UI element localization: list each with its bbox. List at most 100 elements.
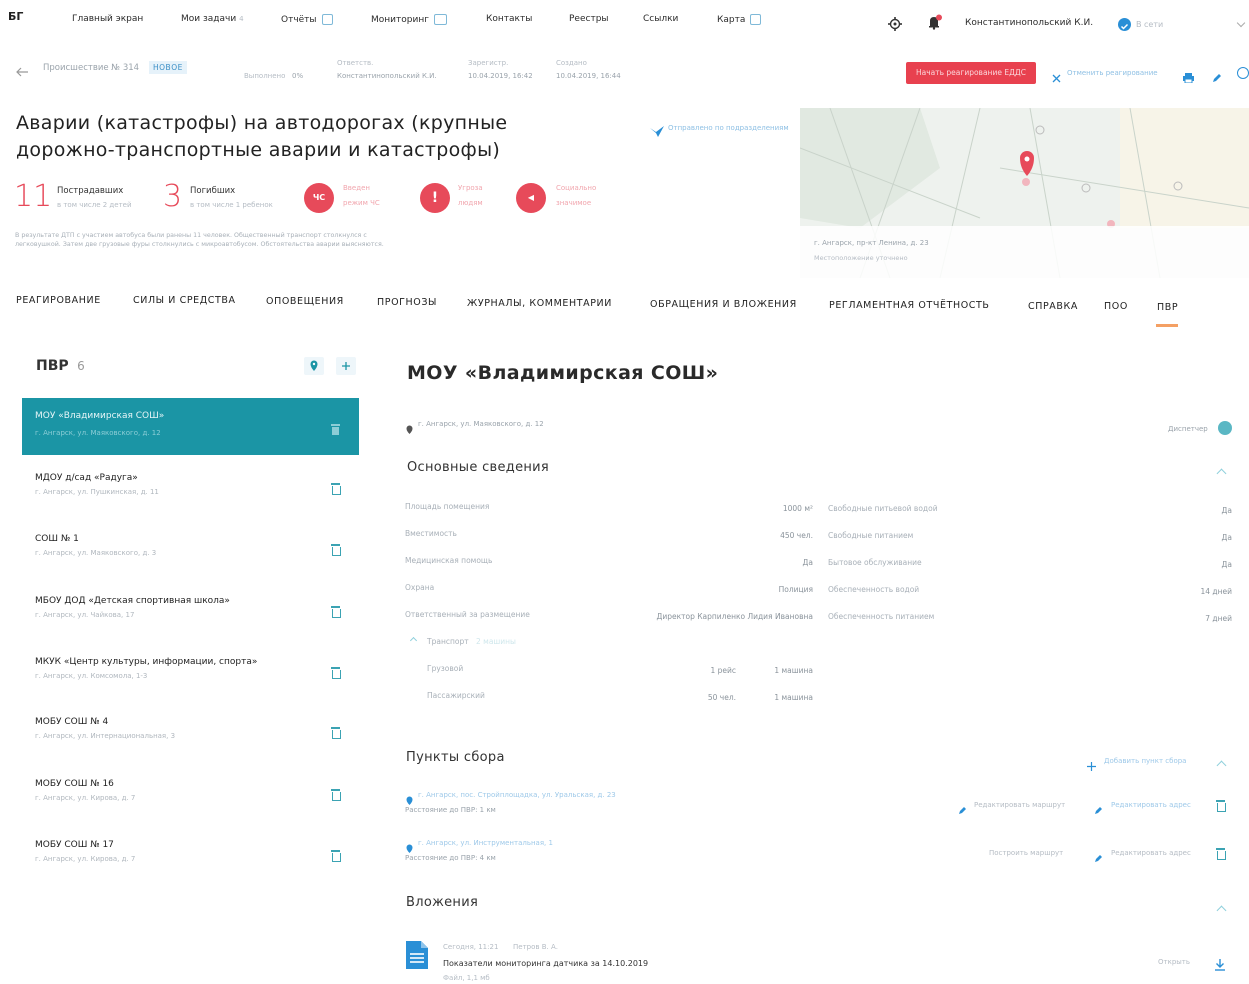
settings-gear-icon[interactable] xyxy=(888,16,902,31)
pvr-item-name: МОБУ СОШ № 17 xyxy=(35,840,114,850)
pvr-list-item[interactable]: МОБУ СОШ № 16 г. Ангарск, ул. Кирова, д.… xyxy=(24,779,358,819)
edit-address-link[interactable]: Редактировать адрес xyxy=(1111,849,1191,857)
app-logo[interactable]: БГ xyxy=(8,10,23,23)
tab-forces[interactable]: СИЛЫ И СРЕДСТВА xyxy=(133,295,236,306)
tab-journals[interactable]: ЖУРНАЛЫ, КОММЕНТАРИИ xyxy=(467,298,612,309)
transport-toggle-chevron-icon[interactable] xyxy=(409,636,418,645)
route-pencil-icon[interactable] xyxy=(958,800,967,814)
trash-icon[interactable] xyxy=(331,420,340,435)
transport-label[interactable]: Транспорт xyxy=(427,637,469,646)
print-icon[interactable] xyxy=(1183,68,1194,84)
edit-pencil-icon[interactable] xyxy=(1212,68,1222,82)
pvr-list-item[interactable]: МОБУ СОШ № 17 г. Ангарск, ул. Кирова, д.… xyxy=(24,840,358,880)
assembly-point-distance: Расстояние до ПВР: 4 км xyxy=(405,854,496,862)
document-icon xyxy=(321,14,333,25)
collapse-attachments-chevron-icon[interactable] xyxy=(1216,905,1227,916)
pvr-add-button[interactable] xyxy=(336,357,356,375)
tab-notifications[interactable]: ОПОВЕЩЕНИЯ xyxy=(266,296,344,307)
nav-map[interactable]: Карта xyxy=(717,14,762,25)
address-pencil-icon[interactable] xyxy=(1094,848,1103,862)
notification-bell-icon[interactable] xyxy=(927,14,943,30)
tab-pvr-active-indicator xyxy=(1156,324,1178,327)
monitor-icon xyxy=(433,14,447,25)
tab-reporting[interactable]: РЕГЛАМЕНТНАЯ ОТЧЁТНОСТЬ xyxy=(829,300,990,311)
incident-map[interactable]: г. Ангарск, пр-кт Ленина, д. 23 Местопол… xyxy=(800,108,1249,278)
map-graphic xyxy=(800,108,1249,278)
trash-icon[interactable] xyxy=(331,606,341,618)
pvr-list-item[interactable]: МОБУ СОШ № 4 г. Ангарск, ул. Интернацион… xyxy=(24,717,358,757)
attachments-title: Вложения xyxy=(406,895,479,910)
assembly-point-address[interactable]: г. Ангарск, ул. Инструментальная, 1 xyxy=(418,839,553,847)
pvr-list-item[interactable]: СОШ № 1 г. Ангарск, ул. Маяковского, д. … xyxy=(24,534,358,574)
nav-my-tasks[interactable]: Мои задачи 4 xyxy=(181,14,244,24)
add-assembly-point-link[interactable]: Добавить пункт сбора xyxy=(1104,757,1186,765)
trash-icon[interactable] xyxy=(331,789,341,801)
dispatcher-label[interactable]: Диспетчер xyxy=(1168,425,1208,433)
edit-address-link[interactable]: Редактировать адрес xyxy=(1111,801,1191,809)
build-route-link[interactable]: Построить маршрут xyxy=(989,849,1063,857)
nav-registries[interactable]: Реестры xyxy=(569,14,609,24)
download-icon[interactable] xyxy=(1215,956,1225,971)
phone-icon[interactable] xyxy=(1218,421,1232,435)
victims-label: Пострадавших xyxy=(57,186,124,196)
user-name[interactable]: Константинопольский К.И. xyxy=(965,18,1093,28)
start-response-button[interactable]: Начать реагирование ЕДДС xyxy=(906,62,1036,84)
tab-reference[interactable]: СПРАВКА xyxy=(1028,301,1078,312)
info-label: Обеспеченность водой xyxy=(828,585,920,594)
trash-icon[interactable] xyxy=(1216,848,1226,860)
assembly-pin-icon xyxy=(406,790,413,805)
nav-reports[interactable]: Отчёты xyxy=(281,14,333,25)
user-status[interactable]: В сети xyxy=(1136,20,1163,29)
pvr-item-name: МДОУ д/сад «Радуга» xyxy=(35,473,138,483)
nav-monitoring[interactable]: Мониторинг xyxy=(371,14,447,25)
trash-icon[interactable] xyxy=(331,850,341,862)
pvr-map-pin-button[interactable] xyxy=(304,357,324,375)
edit-route-link[interactable]: Редактировать маршрут xyxy=(974,801,1065,809)
sent-to-units-link[interactable]: Отправлено по подразделениям xyxy=(668,124,789,132)
open-attachment-link[interactable]: Открыть xyxy=(1158,958,1190,966)
nav-contacts[interactable]: Контакты xyxy=(486,14,532,24)
send-share-icon[interactable] xyxy=(650,122,664,137)
transport-count: 1 машина xyxy=(774,693,813,702)
trash-icon[interactable] xyxy=(331,483,341,495)
pvr-list-item[interactable]: МКУК «Центр культуры, информации, спорта… xyxy=(24,657,358,697)
address-pencil-icon[interactable] xyxy=(1094,800,1103,814)
back-arrow-icon[interactable] xyxy=(16,62,28,77)
history-icon[interactable] xyxy=(1237,67,1249,79)
cancel-x-icon[interactable] xyxy=(1052,68,1061,83)
pvr-list-item[interactable]: МДОУ д/сад «Радуга» г. Ангарск, ул. Пушк… xyxy=(24,473,358,513)
pvr-list-item-selected[interactable]: МОУ «Владимирская СОШ» г. Ангарск, ул. М… xyxy=(22,398,359,455)
trash-icon[interactable] xyxy=(331,544,341,556)
victims-sub: в том числе 2 детей xyxy=(57,201,132,209)
collapse-assembly-chevron-icon[interactable] xyxy=(1216,760,1227,771)
assembly-point-address[interactable]: г. Ангарск, пос. Стройплощадка, ул. Урал… xyxy=(418,791,616,799)
assembly-points-title: Пункты сбора xyxy=(406,750,505,765)
add-assembly-plus-icon[interactable] xyxy=(1087,756,1096,771)
attachment-time: Сегодня, 11:21 xyxy=(443,943,499,951)
tab-response[interactable]: РЕАГИРОВАНИЕ xyxy=(16,295,101,306)
info-label: Ответственный за размещение xyxy=(405,610,530,619)
trash-icon[interactable] xyxy=(331,727,341,739)
info-label: Медицинская помощь xyxy=(405,556,493,565)
map-pin-icon xyxy=(310,360,318,371)
collapse-basic-info-chevron-icon[interactable] xyxy=(1216,468,1227,479)
pvr-list-item[interactable]: МБОУ ДОД «Детская спортивная школа» г. А… xyxy=(24,596,358,636)
nav-home[interactable]: Главный экран xyxy=(72,14,143,24)
nav-my-tasks-label: Мои задачи xyxy=(181,14,237,24)
status-chevron-down-icon[interactable] xyxy=(1236,18,1246,28)
progress-value: 0% xyxy=(292,72,304,80)
cancel-response-link[interactable]: Отменить реагирование xyxy=(1067,69,1158,77)
attachment-name[interactable]: Показатели мониторинга датчика за 14.10.… xyxy=(443,959,648,968)
incident-title-line2: дорожно-транспортные аварии и катастрофы… xyxy=(16,139,501,161)
nav-links[interactable]: Ссылки xyxy=(643,14,678,24)
tab-appeals[interactable]: ОБРАЩЕНИЯ И ВЛОЖЕНИЯ xyxy=(650,299,797,310)
tab-forecasts[interactable]: ПРОГНОЗЫ xyxy=(377,297,437,308)
pvr-item-address: г. Ангарск, ул. Комсомола, 1-3 xyxy=(35,672,148,680)
transport-value: 1 рейс xyxy=(710,666,736,675)
trash-icon[interactable] xyxy=(1216,800,1226,812)
trash-icon[interactable] xyxy=(331,667,341,679)
tab-pvr[interactable]: ПВР xyxy=(1157,302,1178,313)
tab-poo[interactable]: ПОО xyxy=(1104,301,1128,312)
info-value: Директор Карпиленко Лидия Ивановна xyxy=(656,612,813,621)
created-label: Создано xyxy=(556,59,587,67)
